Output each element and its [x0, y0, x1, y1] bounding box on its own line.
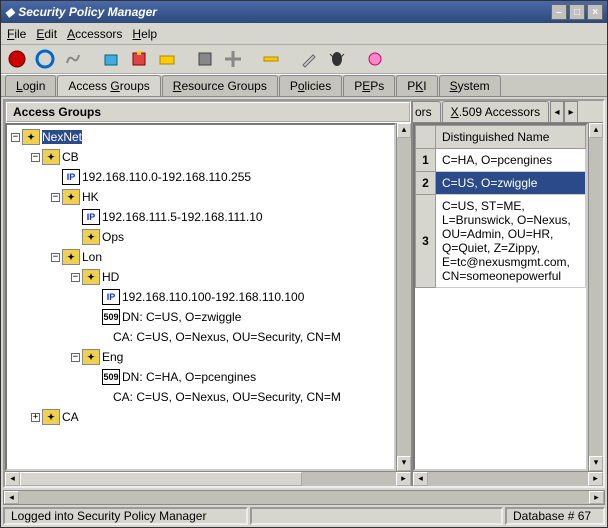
toolbar-icon-8[interactable] [221, 47, 245, 71]
col-header-dn[interactable]: Distinguished Name [436, 126, 586, 149]
toolbar-icon-6[interactable] [155, 47, 179, 71]
dn-table[interactable]: Distinguished Name 1C=HA, O=pcengines 2C… [413, 123, 588, 471]
menu-file[interactable]: File [7, 27, 26, 41]
expander-icon[interactable]: + [31, 413, 40, 422]
tree-node-eng[interactable]: Eng [102, 350, 123, 364]
tree-node-cb-ip[interactable]: 192.168.110.0-192.168.110.255 [82, 170, 251, 184]
toolbar [1, 45, 607, 75]
toolbar-icon-4[interactable] [99, 47, 123, 71]
x509-icon: 509 [102, 369, 120, 385]
org-icon: ✦ [82, 349, 100, 365]
titlebar: ◆ Security Policy Manager – □ × [1, 1, 607, 23]
tree-node-hk[interactable]: HK [82, 190, 99, 204]
toolbar-icon-3[interactable] [61, 47, 85, 71]
table-row: 1C=HA, O=pcengines [416, 149, 586, 172]
maximize-button[interactable]: □ [569, 4, 585, 20]
tab-peps[interactable]: PEPs [343, 75, 395, 96]
status-database: Database # 67 [505, 507, 605, 525]
tree-node-nexnet[interactable]: NexNet [42, 130, 82, 144]
menu-accessors[interactable]: Accessors [67, 27, 122, 41]
left-pane: Access Groups −✦NexNet −✦CB IP192.168.11… [5, 101, 413, 486]
statusbar: Logged into Security Policy Manager Data… [1, 505, 607, 527]
tree-node-ca[interactable]: CA [62, 410, 79, 424]
expander-icon[interactable]: − [71, 273, 80, 282]
left-vscrollbar[interactable]: ▴▾ [396, 123, 411, 471]
tab-policies[interactable]: Policies [279, 75, 342, 96]
tab-nav-right[interactable]: ▸ [564, 101, 578, 122]
tree-node-hd[interactable]: HD [102, 270, 119, 284]
tree-node-hk-ip[interactable]: 192.168.111.5-192.168.111.10 [102, 210, 263, 224]
window-title: Security Policy Manager [18, 5, 157, 19]
ip-icon: IP [62, 169, 80, 185]
tab-resource-groups[interactable]: Resource Groups [162, 75, 278, 96]
tab-system[interactable]: System [439, 75, 501, 96]
org-icon: ✦ [42, 409, 60, 425]
tab-login[interactable]: Login [5, 75, 56, 96]
tab-accessors-partial[interactable]: ors [413, 101, 441, 122]
tab-pki[interactable]: PKI [396, 75, 437, 96]
tree-node-ops[interactable]: Ops [102, 230, 124, 244]
expander-icon[interactable]: − [71, 353, 80, 362]
right-pane: ors X.509 Accessors ◂ ▸ Distinguished Na… [413, 101, 603, 486]
toolbar-icon-7[interactable] [193, 47, 217, 71]
toolbar-icon-1[interactable] [5, 47, 29, 71]
tree-node-lon[interactable]: Lon [82, 250, 102, 264]
org-icon: ✦ [82, 229, 100, 245]
x509-icon: 509 [102, 309, 120, 325]
org-icon: ✦ [62, 249, 80, 265]
menu-edit[interactable]: Edit [36, 27, 57, 41]
main-tabs: Login Access Groups Resource Groups Poli… [1, 75, 607, 97]
expander-icon[interactable]: − [51, 253, 60, 262]
org-icon: ✦ [22, 129, 40, 145]
ip-icon: IP [102, 289, 120, 305]
menu-help[interactable]: Help [132, 27, 157, 41]
tab-x509-accessors[interactable]: X.509 Accessors [442, 101, 549, 122]
panel-header: Access Groups [5, 101, 411, 123]
tree-node-hd-dn[interactable]: DN: C=US, O=zwiggle [122, 310, 241, 324]
expander-icon[interactable]: − [51, 193, 60, 202]
toolbar-icon-2[interactable] [33, 47, 57, 71]
col-header-num[interactable] [416, 126, 436, 149]
org-icon: ✦ [82, 269, 100, 285]
close-button[interactable]: × [587, 4, 603, 20]
tree-node-cb[interactable]: CB [62, 150, 79, 164]
right-hscrollbar[interactable]: ◂▸ [413, 471, 603, 486]
tree-node-eng-ca[interactable]: CA: C=US, O=Nexus, OU=Security, CN=M [113, 390, 341, 404]
table-row: 3C=US, ST=ME, L=Brunswick, O=Nexus, OU=A… [416, 195, 586, 288]
toolbar-icon-5[interactable] [127, 47, 151, 71]
minimize-button[interactable]: – [551, 4, 567, 20]
tree-node-eng-dn[interactable]: DN: C=HA, O=pcengines [122, 370, 256, 384]
table-row: 2C=US, O=zwiggle [416, 172, 586, 195]
expander-icon[interactable]: − [11, 133, 20, 142]
tree-node-hd-ip[interactable]: 192.168.110.100-192.168.110.100 [122, 290, 304, 304]
expander-icon[interactable]: − [31, 153, 40, 162]
org-icon: ✦ [62, 189, 80, 205]
right-tabs: ors X.509 Accessors ◂ ▸ [413, 101, 603, 123]
ip-icon: IP [82, 209, 100, 225]
toolbar-icon-10[interactable] [297, 47, 321, 71]
status-middle [250, 507, 503, 525]
org-icon: ✦ [42, 149, 60, 165]
left-hscrollbar[interactable]: ◂▸ [5, 471, 411, 486]
tab-nav-left[interactable]: ◂ [550, 101, 564, 122]
right-vscrollbar[interactable]: ▴▾ [588, 123, 603, 471]
access-groups-tree[interactable]: −✦NexNet −✦CB IP192.168.110.0-192.168.11… [5, 123, 396, 471]
menubar: File Edit Accessors Help [1, 23, 607, 45]
tree-node-hd-ca[interactable]: CA: C=US, O=Nexus, OU=Security, CN=M [113, 330, 341, 344]
tab-access-groups[interactable]: Access Groups [57, 75, 160, 96]
app-icon: ◆ [5, 5, 14, 19]
bottom-scrollbar[interactable]: ◂▸ [3, 490, 605, 505]
toolbar-icon-9[interactable] [259, 47, 283, 71]
status-message: Logged into Security Policy Manager [3, 507, 248, 525]
toolbar-icon-11[interactable] [325, 47, 349, 71]
toolbar-icon-12[interactable] [363, 47, 387, 71]
